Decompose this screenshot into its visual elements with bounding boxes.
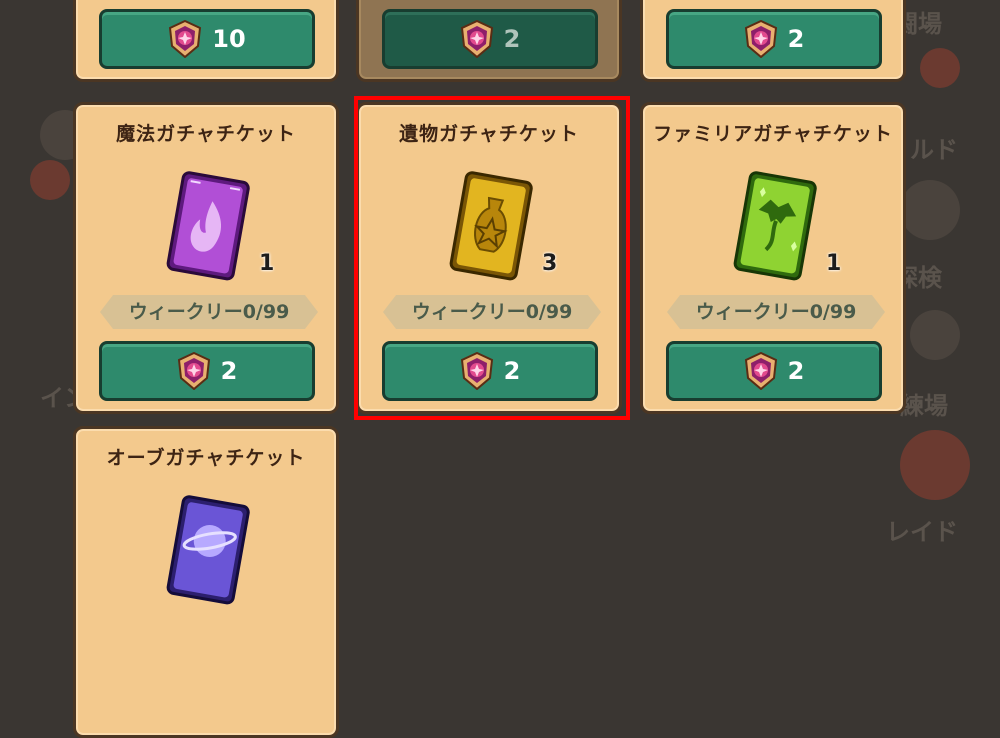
- shop-card-top: 2: [356, 0, 622, 82]
- price-label: 10: [212, 25, 246, 53]
- shop-card-orb-ticket[interactable]: オーブガチャチケット: [73, 426, 339, 738]
- gem-icon: [460, 20, 493, 58]
- card-title: 魔法ガチャチケット: [116, 123, 296, 145]
- weekly-limit-label: ウィークリー0/99: [100, 295, 318, 329]
- background-menu-label: 練場: [900, 392, 948, 420]
- shop-card-top: 10: [73, 0, 339, 82]
- quantity-label: 3: [542, 251, 558, 276]
- shop-card-relic-ticket[interactable]: 遺物ガチャチケット 3 ウィークリー0/99 2: [356, 102, 622, 414]
- background-icon: [900, 180, 960, 240]
- orb-ticket-icon: [166, 495, 250, 605]
- background-icon: [900, 430, 970, 500]
- dragon-ticket-icon: [733, 171, 817, 281]
- price-label: 2: [503, 357, 521, 385]
- price-label: 2: [787, 25, 805, 53]
- buy-button[interactable]: 2: [382, 341, 598, 401]
- gem-icon: [169, 20, 202, 58]
- weekly-limit-label: ウィークリー0/99: [383, 295, 601, 329]
- background-menu-label: ルド: [910, 136, 958, 164]
- buy-button[interactable]: 2: [382, 9, 598, 69]
- quantity-label: 1: [826, 251, 842, 276]
- gem-icon: [460, 352, 493, 390]
- price-label: 2: [220, 357, 238, 385]
- price-label: 2: [787, 357, 805, 385]
- buy-button[interactable]: 10: [99, 9, 315, 69]
- background-icon: [30, 160, 70, 200]
- gem-icon: [177, 352, 210, 390]
- price-label: 2: [503, 25, 521, 53]
- quantity-label: 1: [259, 251, 275, 276]
- buy-button[interactable]: 2: [99, 341, 315, 401]
- gem-icon: [744, 20, 777, 58]
- background-icon: [920, 48, 960, 88]
- card-title: ファミリアガチャチケット: [653, 123, 893, 145]
- buy-button[interactable]: 2: [666, 341, 882, 401]
- card-title: オーブガチャチケット: [106, 447, 306, 469]
- buy-button[interactable]: 2: [666, 9, 882, 69]
- background-menu-label: レイド: [886, 518, 958, 546]
- card-title: 遺物ガチャチケット: [399, 123, 579, 145]
- gem-icon: [744, 352, 777, 390]
- background-icon: [910, 310, 960, 360]
- weekly-limit-label: ウィークリー0/99: [667, 295, 885, 329]
- shop-card-familiar-ticket[interactable]: ファミリアガチャチケット 1 ウィークリー0/99 2: [640, 102, 906, 414]
- shop-card-top: 2: [640, 0, 906, 82]
- shop-card-magic-ticket[interactable]: 魔法ガチャチケット 1 ウィークリー0/99 2: [73, 102, 339, 414]
- fire-ticket-icon: [166, 171, 250, 281]
- relic-ticket-icon: [449, 171, 533, 281]
